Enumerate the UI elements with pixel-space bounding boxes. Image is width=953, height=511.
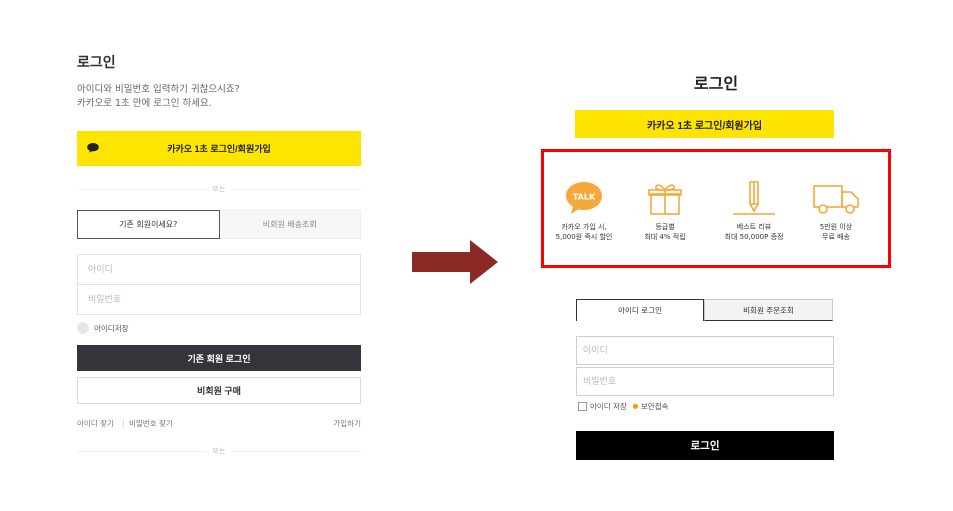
or-divider-bottom: 또는 xyxy=(77,446,361,456)
member-login-button[interactable]: 기존 회원 로그인 xyxy=(77,345,361,371)
login-tabs: 아이디 로그인 비회원 주문조회 xyxy=(576,299,833,321)
guest-purchase-button[interactable]: 비회원 구매 xyxy=(77,377,361,404)
save-id-label: 아이디저장 xyxy=(94,323,129,333)
gift-icon xyxy=(648,184,682,215)
chat-bubble-icon xyxy=(87,143,99,153)
secure-login-link[interactable]: 보안접속 xyxy=(641,401,669,412)
join-link[interactable]: 가입하기 xyxy=(333,418,361,429)
or-divider: 또는 xyxy=(77,184,361,194)
benefit-kakao-discount: TALK 카카오 가입 시, 5,000원 즉시 할인 xyxy=(544,178,624,242)
page-title: 로그인 xyxy=(77,55,116,71)
password-input-redesign[interactable] xyxy=(576,367,834,396)
truck-icon xyxy=(813,185,859,214)
benefit-caption: 카카오 가입 시, 5,000원 즉시 할인 xyxy=(555,223,613,241)
pencil-icon xyxy=(733,181,775,215)
save-id-toggle[interactable]: 아이디저장 xyxy=(77,322,129,334)
description-line-1: 아이디와 비밀번호 입력하기 귀찮으시죠? xyxy=(77,84,240,95)
benefit-caption: 베스트 리뷰 최대 50,000P 증정 xyxy=(724,223,784,241)
secure-dot-icon xyxy=(632,404,638,409)
login-description: 아이디와 비밀번호 입력하기 귀찮으시죠? 카카오로 1초 만에 로그인 하세요… xyxy=(77,83,240,111)
save-id-radio[interactable] xyxy=(77,322,89,334)
page-title-redesign: 로그인 xyxy=(693,74,739,93)
right-arrow-icon xyxy=(412,240,498,284)
benefit-caption: 5만원 이상 무료 배송 xyxy=(819,223,853,241)
talk-badge-text: TALK xyxy=(573,193,596,202)
original-login-panel: 로그인 아이디와 비밀번호 입력하기 귀찮으시죠? 카카오로 1초 만에 로그인… xyxy=(77,0,361,511)
tab-existing-member[interactable]: 기존 회원이세요? xyxy=(77,210,220,239)
login-options: 아이디 저장 보안접속 xyxy=(578,401,669,412)
benefit-caption: 등급별 최대 4% 적립 xyxy=(644,223,686,241)
find-password-link[interactable]: 비밀번호 찾기 xyxy=(129,418,173,429)
id-input-redesign[interactable] xyxy=(576,336,834,365)
benefit-best-review: 베스트 리뷰 최대 50,000P 증정 xyxy=(714,178,794,242)
member-tabs: 기존 회원이세요? 비회원 배송조회 xyxy=(77,210,361,239)
redesigned-login-panel: 로그인 카카오 1초 로그인/회원가입 TALK 카카오 가입 시, 5,000… xyxy=(541,0,891,511)
save-id-label-redesign: 아이디 저장 xyxy=(590,402,627,411)
tab-guest-order-lookup[interactable]: 비회원 배송조회 xyxy=(219,210,361,239)
benefit-free-shipping: 5만원 이상 무료 배송 xyxy=(796,178,876,242)
save-id-checkbox[interactable] xyxy=(578,402,587,411)
benefit-grade-points: 등급별 최대 4% 적립 xyxy=(625,178,705,242)
id-input[interactable] xyxy=(77,254,361,285)
benefits-highlight-box: TALK 카카오 가입 시, 5,000원 즉시 할인 등급별 최대 4% 적립… xyxy=(541,149,891,268)
login-button-redesign[interactable]: 로그인 xyxy=(576,431,834,460)
kakao-login-button[interactable]: 카카오 1초 로그인/회원가입 xyxy=(77,131,361,166)
find-id-link[interactable]: 아이디 찾기 xyxy=(77,418,114,429)
tab-id-login[interactable]: 아이디 로그인 xyxy=(576,299,704,321)
tab-guest-order-lookup-redesign[interactable]: 비회원 주문조회 xyxy=(704,299,833,321)
link-separator: | xyxy=(122,418,125,427)
kakao-login-button-redesign[interactable]: 카카오 1초 로그인/회원가입 xyxy=(575,110,834,138)
password-input[interactable] xyxy=(77,284,361,315)
kakao-login-label: 카카오 1초 로그인/회원가입 xyxy=(167,144,271,154)
description-line-2: 카카오로 1초 만에 로그인 하세요. xyxy=(77,98,212,109)
kakao-talk-icon: TALK xyxy=(566,182,602,214)
